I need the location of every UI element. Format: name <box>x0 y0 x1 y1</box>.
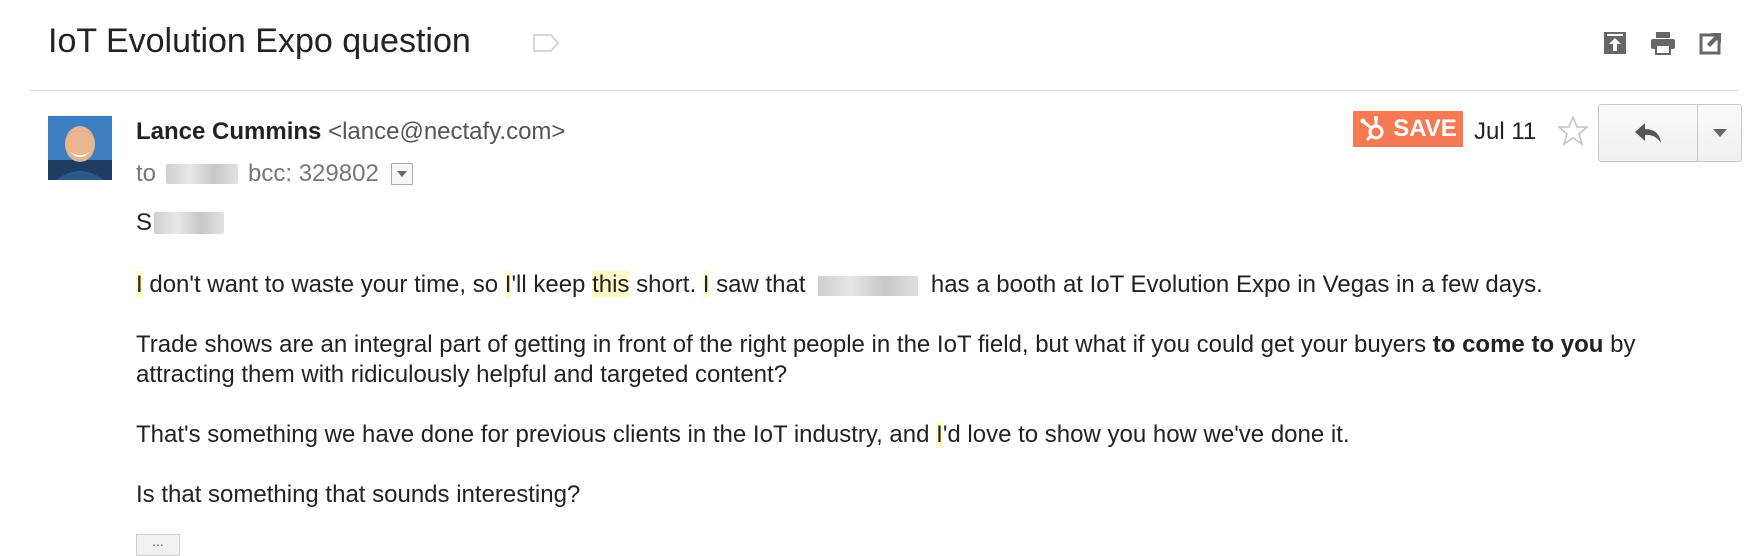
highlight: I <box>936 421 943 448</box>
chevron-down-icon <box>1712 129 1727 137</box>
paragraph-1: I don't want to waste your time, so I'll… <box>136 270 1543 300</box>
hubspot-save-button[interactable]: SAVE <box>1353 111 1463 147</box>
open-in-new-window-icon[interactable] <box>1698 30 1724 56</box>
text: don't want to waste your time, so <box>142 271 505 298</box>
text: saw that <box>709 271 813 298</box>
text: has a booth at IoT Evolution Expo in Veg… <box>924 271 1543 298</box>
recipients-line: to bcc: 329802 <box>136 160 413 188</box>
bold-text: to come to you <box>1432 331 1604 358</box>
message-body: S I don't want to waste your time, so I'… <box>136 208 1706 508</box>
text: That's something we have done for previo… <box>136 421 937 448</box>
sender-name[interactable]: Lance Cummins <box>136 118 321 145</box>
save-label: SAVE <box>1393 115 1457 142</box>
to-label: to <box>136 160 157 187</box>
redacted-company <box>818 275 919 296</box>
highlight: this <box>592 271 630 298</box>
highlight: I <box>136 271 143 298</box>
sender-avatar[interactable] <box>48 116 112 180</box>
label-tag-icon[interactable] <box>532 32 560 54</box>
hubspot-sprocket-icon <box>1360 116 1384 142</box>
paragraph-4: Is that something that sounds interestin… <box>136 481 581 508</box>
paragraph-2: Trade shows are an integral part of gett… <box>136 330 1706 390</box>
text: 'll keep <box>511 271 593 298</box>
star-icon[interactable] <box>1556 114 1590 148</box>
sender-email: <lance@nectafy.com> <box>328 118 566 145</box>
bcc-text: bcc: 329802 <box>248 160 379 187</box>
message-date[interactable]: Jul 11 <box>1474 118 1536 146</box>
move-to-inbox-icon[interactable] <box>1602 30 1628 56</box>
greeting-initial: S <box>136 209 153 236</box>
greeting-line: S <box>136 208 1706 238</box>
reply-arrow-icon <box>1635 123 1661 143</box>
more-options-button[interactable] <box>1698 105 1741 161</box>
reply-button[interactable] <box>1599 105 1698 161</box>
email-subject: IoT Evolution Expo question <box>48 22 471 60</box>
sender-line: Lance Cummins <lance@nectafy.com> <box>136 118 565 146</box>
text: Trade shows are an integral part of gett… <box>136 331 1433 358</box>
show-trimmed-content-button[interactable]: ... <box>136 534 180 556</box>
text: 'd love to show you how we've done it. <box>942 421 1350 448</box>
text: short. <box>629 271 703 298</box>
paragraph-3: That's something we have done for previo… <box>136 420 1350 450</box>
header-divider <box>30 90 1738 91</box>
show-details-button[interactable] <box>390 163 413 185</box>
redacted-name <box>154 212 225 234</box>
redacted-recipient <box>166 164 239 184</box>
reply-button-group <box>1598 104 1742 162</box>
print-icon[interactable] <box>1650 30 1676 56</box>
